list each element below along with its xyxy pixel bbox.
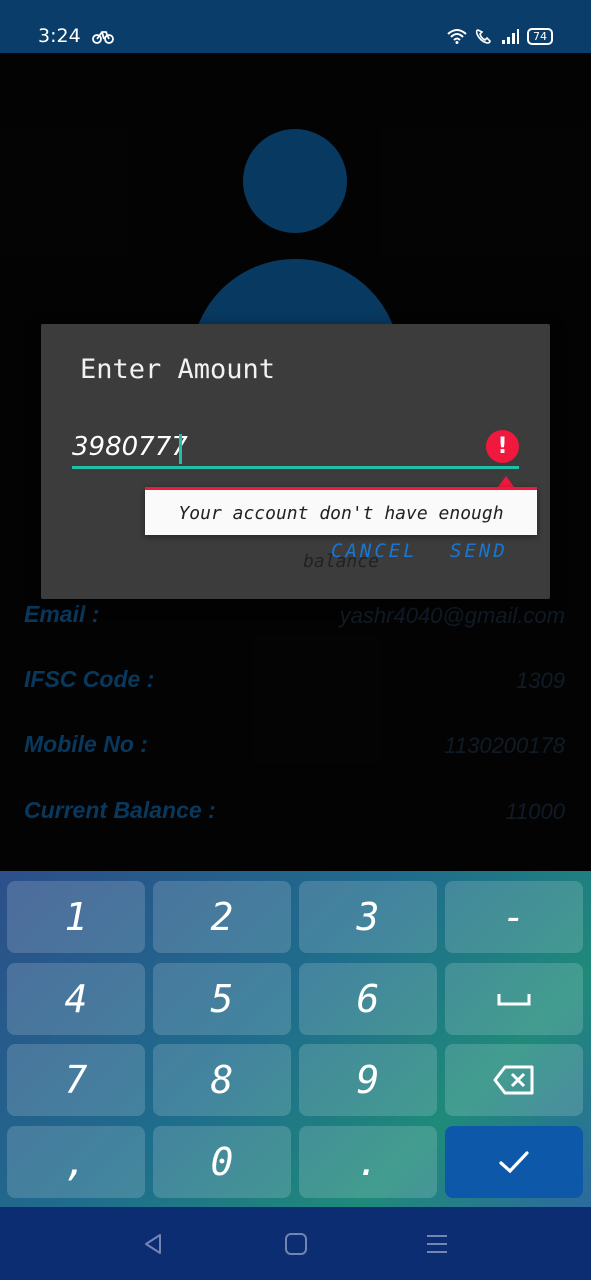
back-icon[interactable] <box>140 1231 166 1257</box>
key-5[interactable]: 5 <box>153 963 291 1035</box>
error-tooltip-arrow <box>498 476 514 487</box>
key-1[interactable]: 1 <box>7 881 145 953</box>
space-icon <box>497 994 531 1006</box>
key-8[interactable]: 8 <box>153 1044 291 1116</box>
key-0[interactable]: 0 <box>153 1126 291 1198</box>
key-space[interactable] <box>445 963 583 1035</box>
key-comma[interactable]: , <box>7 1126 145 1198</box>
signal-icon <box>502 29 519 44</box>
status-time: 3:24 <box>38 25 81 47</box>
backspace-icon <box>493 1065 534 1095</box>
error-icon[interactable]: ! <box>486 430 519 463</box>
amount-input[interactable] <box>72 427 519 469</box>
error-tooltip: Your account don't have enough balance <box>145 487 537 572</box>
key-3[interactable]: 3 <box>299 881 437 953</box>
text-cursor <box>179 434 182 464</box>
home-icon[interactable] <box>283 1231 309 1257</box>
key-7[interactable]: 7 <box>7 1044 145 1116</box>
wifi-icon <box>447 29 467 44</box>
key-done[interactable] <box>445 1126 583 1198</box>
key-backspace[interactable] <box>445 1044 583 1116</box>
enter-amount-dialog: Enter Amount ! CANCEL SEND <box>41 324 550 599</box>
checkmark-icon <box>499 1151 529 1174</box>
numeric-keyboard: 1 2 3 - 4 5 6 7 8 9 , 0 . <box>0 871 591 1207</box>
call-icon <box>475 29 491 44</box>
menu-icon[interactable] <box>424 1231 450 1257</box>
key-6[interactable]: 6 <box>299 963 437 1035</box>
status-bar: 3:24 74 <box>0 0 591 53</box>
key-2[interactable]: 2 <box>153 881 291 953</box>
navigation-bar <box>0 1207 591 1280</box>
battery-icon: 74 <box>527 27 553 45</box>
status-icons: 74 <box>447 24 553 48</box>
key-4[interactable]: 4 <box>7 963 145 1035</box>
key-dash[interactable]: - <box>445 881 583 953</box>
key-9[interactable]: 9 <box>299 1044 437 1116</box>
dialog-title: Enter Amount <box>80 354 276 385</box>
send-button[interactable]: SEND <box>450 540 508 562</box>
key-period[interactable]: . <box>299 1126 437 1198</box>
bike-icon <box>92 31 114 44</box>
